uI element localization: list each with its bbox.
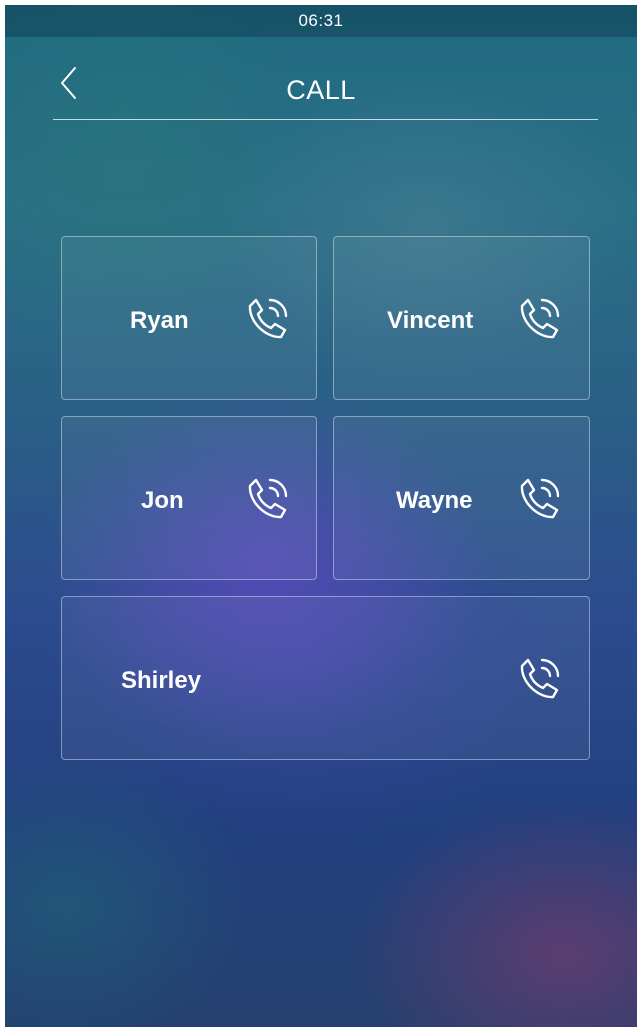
contact-name: Vincent: [387, 307, 474, 334]
phone-call-icon: [514, 474, 564, 524]
contact-name: Ryan: [130, 307, 189, 334]
phone-call-icon: [514, 654, 564, 704]
phone-call-icon: [242, 474, 292, 524]
contact-card-jon[interactable]: Jon: [61, 416, 317, 580]
call-screen: 06:31 CALL Ryan Vincent Jon Wayne Shirle…: [5, 5, 637, 1027]
contact-name: Jon: [141, 487, 184, 514]
contact-card-ryan[interactable]: Ryan: [61, 236, 317, 400]
status-time: 06:31: [298, 11, 344, 30]
contact-name: Wayne: [396, 487, 473, 514]
contact-card-wayne[interactable]: Wayne: [333, 416, 590, 580]
contact-name: Shirley: [121, 667, 202, 694]
contact-card-shirley[interactable]: Shirley: [61, 596, 590, 760]
phone-call-icon: [514, 294, 564, 344]
status-bar: 06:31: [5, 5, 637, 37]
contact-card-vincent[interactable]: Vincent: [333, 236, 590, 400]
header-divider: [53, 119, 598, 120]
page-title: CALL: [286, 75, 356, 105]
phone-call-icon: [242, 294, 292, 344]
